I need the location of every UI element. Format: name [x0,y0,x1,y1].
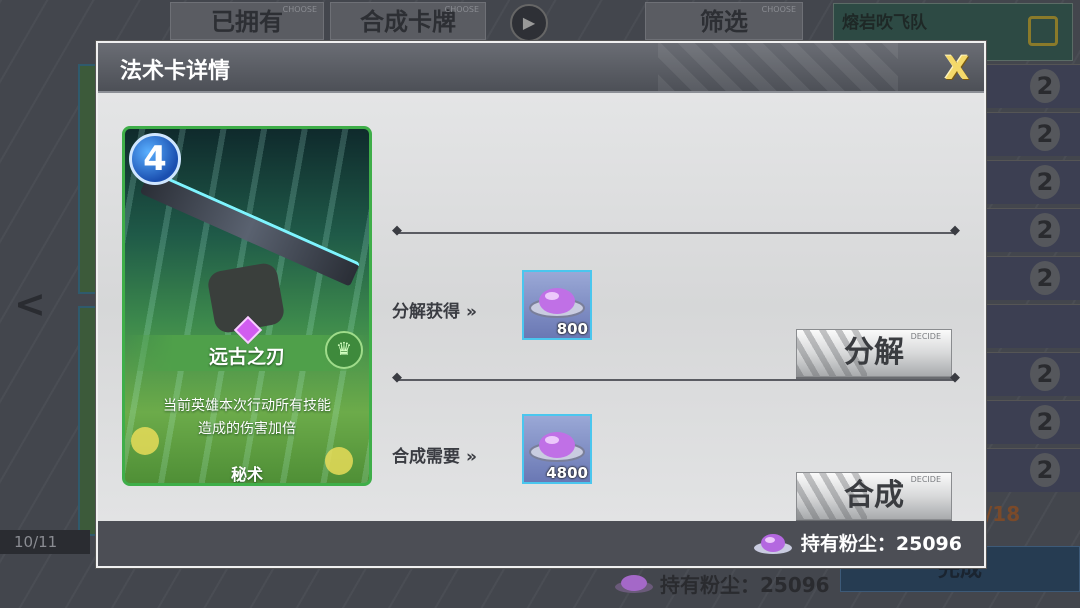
background-dust-label: 持有粉尘：25096 [660,572,830,597]
disenchant-amount: 800 [556,320,588,338]
tab-filter[interactable]: 筛选 CHOOSE [645,2,803,40]
tab-owned[interactable]: 已拥有 CHOOSE [170,2,324,40]
dialog-footer: 持有粉尘：25096 [98,521,984,566]
deck-slot-count: 2 [1030,357,1060,391]
tab-owned-label: 已拥有 [211,8,283,36]
spell-school-emblem-icon: ♛ [325,331,363,369]
section-divider [392,223,960,238]
card-cost: 4 [129,133,181,185]
arcane-dust-icon [529,432,585,462]
spell-card-detail-dialog: 法术卡详情 X 4 远古之刃 ♛ 当前英雄本次行动所有技能 造成的伤害加倍 秘术… [96,41,986,568]
deck-slot-count: 2 [1030,165,1060,199]
chevron-right-icon: » [466,447,477,467]
craft-button[interactable]: 合成 DECIDE [796,472,952,520]
craft-amount: 4800 [546,464,588,482]
deck-slot[interactable]: 2 [985,208,1080,252]
craft-cost-tile: 4800 [522,414,592,484]
tab-craft-cards-label: 合成卡牌 [360,8,456,36]
edit-icon[interactable] [1028,16,1058,46]
arcane-dust-icon [529,288,585,318]
tab-owned-tag: CHOOSE [282,5,317,14]
card-description: 当前英雄本次行动所有技能 造成的伤害加倍 [145,395,349,441]
disenchant-label: 分解获得 » [392,297,477,322]
play-icon[interactable]: ▶ [510,4,548,42]
disenchant-button-tag: DECIDE [910,332,941,341]
card-type: 秘术 [230,465,263,484]
deck-slot-count: 2 [1030,453,1060,487]
team-name: 熔岩吹飞队 [842,13,927,33]
deck-slot[interactable]: 2 [985,448,1080,492]
deck-slot[interactable]: 2 [985,112,1080,156]
disenchant-label-text: 分解获得 [392,302,460,322]
deck-slot-count: 2 [1030,69,1060,103]
page-counter: 10/11 [0,530,90,554]
section-divider [392,370,960,385]
arcane-dust-icon [615,575,653,593]
deck-slot[interactable]: 2 [985,400,1080,444]
card-description-line: 造成的伤害加倍 [198,421,296,437]
deck-slot[interactable]: 2 [985,352,1080,396]
craft-label-text: 合成需要 [392,447,460,467]
deck-slot[interactable]: 2 [985,256,1080,300]
deck-slot-count: 2 [1030,117,1060,151]
arcane-dust-icon [753,533,792,554]
deck-slot[interactable]: 2 [985,64,1080,108]
deck-slot[interactable] [985,304,1080,348]
dialog-body: 4 远古之刃 ♛ 当前英雄本次行动所有技能 造成的伤害加倍 秘术 分解获得 » 8… [98,93,984,521]
craft-button-tag: DECIDE [910,475,941,484]
dialog-header: 法术卡详情 X [98,43,984,93]
owned-dust-label: 持有粉尘：25096 [800,533,962,555]
deck-progress: /18 [985,502,1021,526]
background-dust-display: 持有粉尘：25096 [614,568,830,598]
tab-filter-tag: CHOOSE [761,5,796,14]
deck-slot-count: 2 [1030,213,1060,247]
deck-slot-count: 2 [1030,261,1060,295]
disenchant-button[interactable]: 分解 DECIDE [796,329,952,377]
deck-slot-count: 2 [1030,405,1060,439]
close-button[interactable]: X [940,51,974,85]
disenchant-reward-tile: 800 [522,270,592,340]
deck-slot[interactable]: 2 [985,160,1080,204]
owned-dust-display: 持有粉尘：25096 [753,529,962,556]
dialog-title: 法术卡详情 [120,59,231,84]
tab-craft-cards[interactable]: 合成卡牌 CHOOSE [330,2,486,40]
tab-craft-cards-tag: CHOOSE [444,5,479,14]
tab-filter-label: 筛选 [700,8,748,36]
chevron-right-icon: » [466,302,477,322]
craft-label: 合成需要 » [392,442,477,467]
spell-card: 4 远古之刃 ♛ 当前英雄本次行动所有技能 造成的伤害加倍 秘术 [122,126,372,486]
prev-page-arrow-icon[interactable]: < [14,282,46,326]
card-description-line: 当前英雄本次行动所有技能 [163,398,331,414]
